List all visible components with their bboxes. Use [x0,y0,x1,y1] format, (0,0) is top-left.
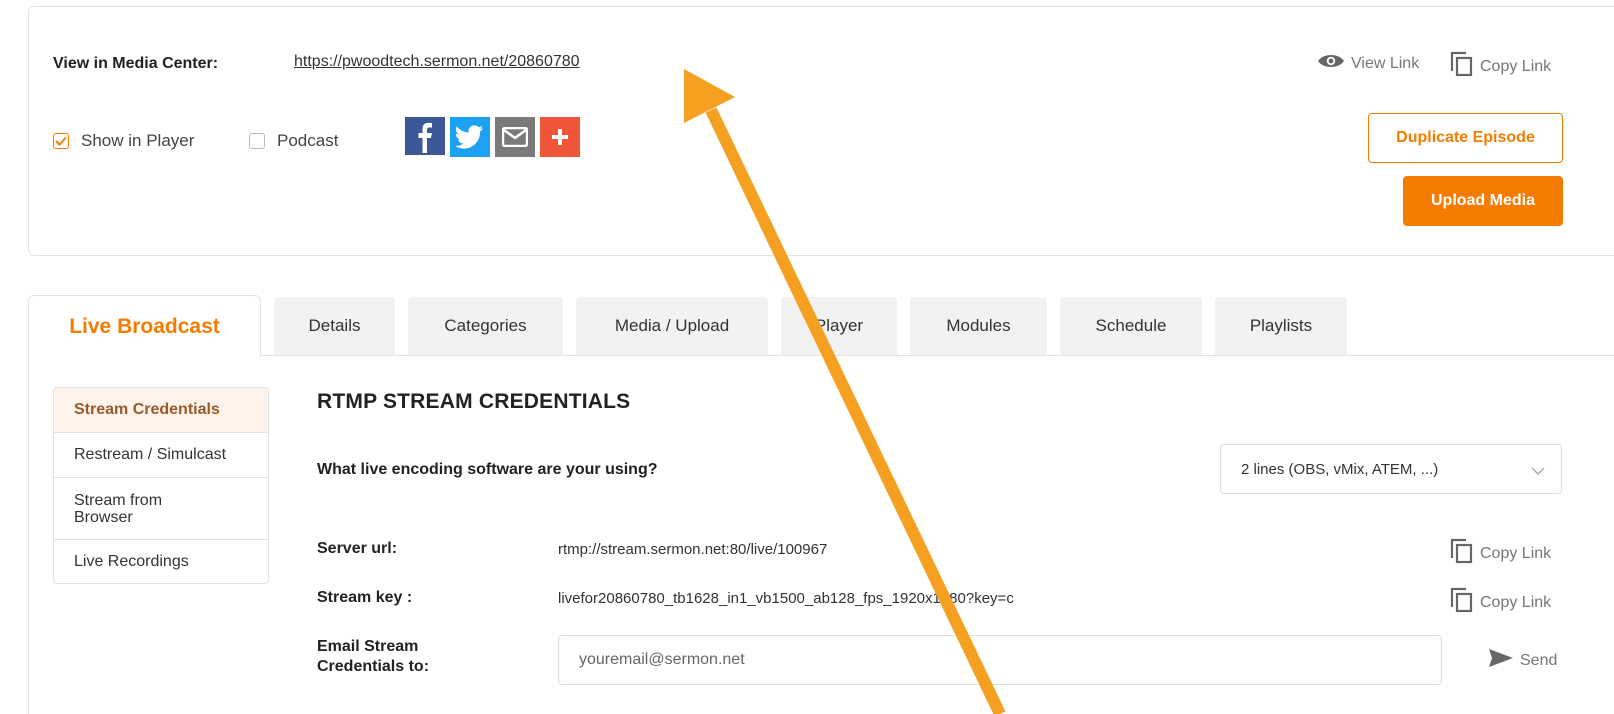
server-url-value: rtmp://stream.sermon.net:80/live/100967 [558,541,828,558]
plus-icon[interactable] [540,117,580,157]
send-label: Send [1520,651,1558,669]
podcast-label: Podcast [277,131,339,150]
tab-details[interactable]: Details [274,297,395,355]
podcast-checkbox[interactable]: Podcast [249,131,338,151]
copy-server-url-button[interactable]: Copy Link [1450,538,1551,569]
copy-icon [1450,51,1474,82]
copy-icon [1450,538,1474,569]
stream-key-label: Stream key : [317,589,413,606]
copy-link-label: Copy Link [1480,57,1552,75]
email-credentials-input[interactable] [558,635,1442,685]
view-link-button[interactable]: View Link [1317,52,1419,75]
upload-media-button[interactable]: Upload Media [1403,176,1563,226]
tabs-divider [260,355,1614,356]
email-credentials-label: Email Stream Credentials to: [317,638,430,675]
tab-categories[interactable]: Categories [408,297,563,355]
show-in-player-label: Show in Player [81,131,195,150]
tab-live-broadcast[interactable]: Live Broadcast [28,295,261,357]
chevron-down-icon [1531,463,1545,480]
side-item-restream-simulcast[interactable]: Restream / Simulcast [54,433,268,478]
copy-link-label: Copy Link [1480,544,1552,562]
checkbox-checked[interactable] [53,133,69,149]
media-center-label: View in Media Center: [53,55,219,72]
send-credentials-button[interactable]: Send [1488,648,1557,673]
stream-key-value: livefor20860780_tb1628_in1_vb1500_ab128_… [558,590,1014,607]
copy-media-link-button[interactable]: Copy Link [1450,51,1551,82]
copy-icon [1450,587,1474,618]
encoding-software-value: 2 lines (OBS, vMix, ATEM, ...) [1241,460,1439,478]
side-item-stream-from-browser[interactable]: Stream from Browser [54,478,268,540]
tab-schedule[interactable]: Schedule [1060,297,1202,355]
copy-link-label: Copy Link [1480,593,1552,611]
view-link-label: View Link [1351,54,1420,72]
tab-media-upload[interactable]: Media / Upload [576,297,768,355]
server-url-label: Server url: [317,540,398,557]
email-icon[interactable] [495,117,535,157]
encoding-software-question: What live encoding software are your usi… [317,461,658,478]
side-item-stream-credentials[interactable]: Stream Credentials [54,388,268,433]
twitter-icon[interactable] [450,117,490,157]
eye-icon [1317,52,1345,75]
facebook-icon[interactable] [405,117,445,157]
encoding-software-select[interactable]: 2 lines (OBS, vMix, ATEM, ...) [1220,444,1562,494]
share-buttons [405,117,580,157]
tab-modules[interactable]: Modules [910,297,1047,355]
media-center-url-link[interactable]: https://pwoodtech.sermon.net/20860780 [294,53,580,71]
tab-player[interactable]: Player [781,297,897,355]
show-in-player-checkbox[interactable]: Show in Player [53,131,194,151]
checkbox-unchecked[interactable] [249,133,265,149]
duplicate-episode-button[interactable]: Duplicate Episode [1368,113,1563,163]
copy-stream-key-button[interactable]: Copy Link [1450,587,1551,618]
side-item-live-recordings[interactable]: Live Recordings [54,540,268,583]
send-icon [1488,648,1514,673]
section-title: RTMP STREAM CREDENTIALS [317,390,631,413]
live-side-menu: Stream Credentials Restream / Simulcast … [53,387,269,584]
content-border [28,356,29,714]
tab-playlists[interactable]: Playlists [1215,297,1347,355]
